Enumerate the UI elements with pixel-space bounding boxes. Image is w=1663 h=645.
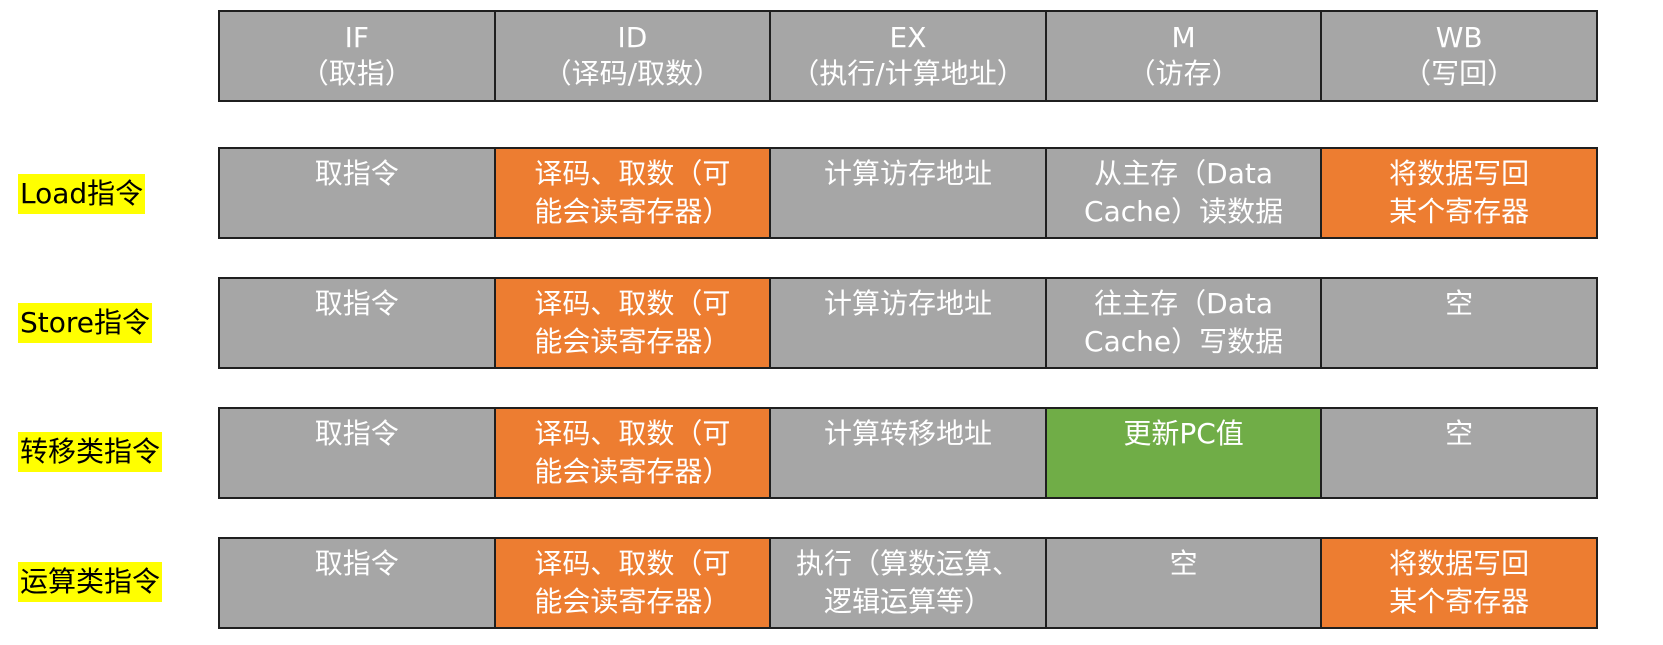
cell-ex: 执行（算数运算、 逻辑运算等） xyxy=(771,539,1047,627)
instruction-row-alu: 取指令 译码、取数（可 能会读寄存器） 执行（算数运算、 逻辑运算等） 空 将数… xyxy=(218,537,1598,629)
stage-header-wb: WB （写回） xyxy=(1322,12,1596,100)
cell-if: 取指令 xyxy=(220,409,496,497)
row-label-alu: 运算类指令 xyxy=(18,562,163,602)
cell-ex: 计算访存地址 xyxy=(771,149,1047,237)
cell-m: 从主存（Data Cache）读数据 xyxy=(1046,149,1323,237)
cell-ex: 计算访存地址 xyxy=(771,279,1047,367)
stage-header-id: ID （译码/取数） xyxy=(495,12,772,100)
stage-name: ID xyxy=(617,21,648,54)
stage-name: M xyxy=(1171,21,1196,54)
instruction-row-store: 取指令 译码、取数（可 能会读寄存器） 计算访存地址 往主存（Data Cach… xyxy=(218,277,1598,369)
cell-id: 译码、取数（可 能会读寄存器） xyxy=(495,149,772,237)
stage-desc: （执行/计算地址） xyxy=(791,57,1025,90)
cell-m: 往主存（Data Cache）写数据 xyxy=(1046,279,1323,367)
cell-id: 译码、取数（可 能会读寄存器） xyxy=(495,409,772,497)
cell-wb: 空 xyxy=(1322,409,1596,497)
row-label-load: Load指令 xyxy=(18,174,146,214)
cell-wb: 空 xyxy=(1322,279,1596,367)
stage-name: IF xyxy=(344,21,369,54)
pipeline-stage-header: IF （取指） ID （译码/取数） EX （执行/计算地址） M （访存） W… xyxy=(218,10,1598,102)
row-label-store: Store指令 xyxy=(18,303,153,343)
row-label-branch: 转移类指令 xyxy=(18,432,163,472)
cell-if: 取指令 xyxy=(220,279,496,367)
stage-desc: （访存） xyxy=(1127,57,1240,90)
cell-wb: 将数据写回 某个寄存器 xyxy=(1322,539,1596,627)
cell-id: 译码、取数（可 能会读寄存器） xyxy=(495,539,772,627)
cell-if: 取指令 xyxy=(220,149,496,237)
cell-if: 取指令 xyxy=(220,539,496,627)
cell-id: 译码、取数（可 能会读寄存器） xyxy=(495,279,772,367)
cell-wb: 将数据写回 某个寄存器 xyxy=(1322,149,1596,237)
stage-name: WB xyxy=(1435,21,1483,54)
stage-desc: （写回） xyxy=(1403,57,1516,90)
instruction-row-branch: 取指令 译码、取数（可 能会读寄存器） 计算转移地址 更新PC值 空 xyxy=(218,407,1598,499)
stage-header-m: M （访存） xyxy=(1046,12,1323,100)
cell-m: 空 xyxy=(1046,539,1323,627)
stage-name: EX xyxy=(889,21,927,54)
stage-header-if: IF （取指） xyxy=(220,12,496,100)
stage-desc: （取指） xyxy=(300,57,413,90)
instruction-row-load: 取指令 译码、取数（可 能会读寄存器） 计算访存地址 从主存（Data Cach… xyxy=(218,147,1598,239)
cell-ex: 计算转移地址 xyxy=(771,409,1047,497)
cell-m: 更新PC值 xyxy=(1046,409,1323,497)
stage-desc: （译码/取数） xyxy=(543,57,722,90)
stage-header-ex: EX （执行/计算地址） xyxy=(771,12,1047,100)
